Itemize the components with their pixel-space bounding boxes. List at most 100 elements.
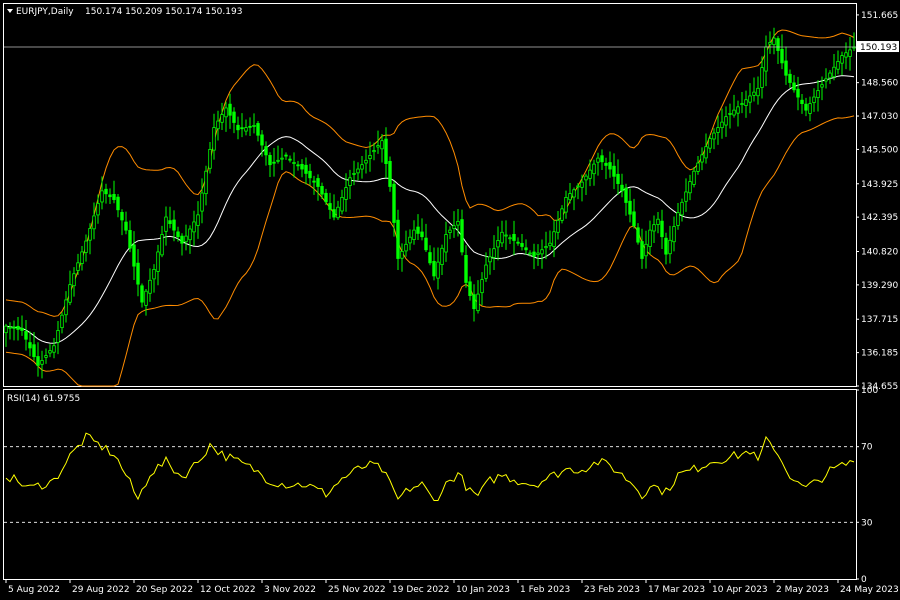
candle-body [288, 158, 292, 161]
candle-body [496, 240, 500, 248]
candle-body [596, 157, 600, 163]
candle-body [96, 202, 100, 216]
price-tick-label: 137.715 [861, 315, 898, 325]
price-tick-label: 143.925 [861, 180, 898, 190]
candle-body [220, 114, 224, 123]
candle-body [412, 229, 416, 241]
candle-body [124, 221, 128, 231]
time-tick-label: 24 May 2023 [840, 585, 899, 595]
candle-body [456, 220, 460, 226]
candle-body [64, 299, 68, 316]
candle-body [592, 163, 596, 175]
time-tick-label: 5 Aug 2022 [8, 585, 60, 595]
candle-body [80, 251, 84, 264]
candle-body [92, 215, 96, 230]
candle-body [340, 196, 344, 212]
candle-body [800, 99, 804, 104]
candle-body [660, 220, 664, 238]
candle-body [328, 203, 332, 210]
candle-body [88, 228, 92, 241]
candle-body [76, 262, 80, 271]
rsi-label: RSI(14) 61.9755 [7, 394, 80, 404]
candle-body [468, 281, 472, 296]
candle-body [476, 293, 480, 312]
candle-body [604, 162, 608, 166]
candle-body [516, 241, 520, 244]
rsi-tick-label: 100 [861, 386, 878, 396]
candle-body [628, 200, 632, 215]
candle-body [816, 90, 820, 98]
candle-body [248, 125, 252, 128]
candle-body [324, 192, 328, 203]
candle-body [572, 189, 576, 198]
candle-body [644, 243, 648, 257]
candle-body [348, 177, 352, 186]
candle[interactable] [388, 156, 392, 192]
candle-body [372, 150, 376, 153]
time-tick-label: 19 Dec 2022 [392, 585, 450, 595]
candle-body [416, 226, 420, 234]
candle-body [204, 170, 208, 195]
candle-body [312, 180, 316, 183]
candle-body [728, 113, 732, 115]
candle-body [552, 231, 556, 247]
candle-body [612, 165, 616, 177]
candle-body [528, 252, 532, 255]
candle-body [16, 325, 20, 330]
candle-body [472, 294, 476, 310]
price-tick-label: 148.560 [861, 79, 898, 89]
candle-body [700, 154, 704, 163]
candle-body [448, 229, 452, 233]
candle-body [148, 279, 152, 294]
candle-body [48, 350, 52, 354]
rsi-tick-label: 30 [861, 518, 873, 528]
candle-body [140, 285, 144, 303]
candle-body [260, 134, 264, 146]
candle-body [56, 330, 60, 343]
candle-body [796, 88, 800, 98]
candle-body [384, 138, 388, 164]
price-tick-label: 136.185 [861, 349, 898, 359]
candle-body [404, 243, 408, 252]
candle-body [844, 52, 848, 58]
candle-body [736, 106, 740, 114]
candle-body [264, 146, 268, 156]
candle-body [620, 184, 624, 192]
ohlc-values: 150.174 150.209 150.174 150.193 [85, 7, 242, 17]
candle-body [780, 48, 784, 64]
candle-body [136, 262, 140, 285]
candle-body [568, 193, 572, 201]
candle-body [480, 279, 484, 294]
candle-body [144, 290, 148, 306]
candle-body [788, 73, 792, 83]
candle-body [776, 38, 780, 51]
time-tick-label: 10 Apr 2023 [712, 585, 768, 595]
candle-body [832, 66, 836, 78]
chart-canvas[interactable]: EURJPY,Daily 150.174 150.209 150.174 150… [0, 0, 900, 600]
candle-body [492, 248, 496, 258]
candle-body [752, 91, 756, 96]
candle-body [24, 331, 28, 340]
candle-body [432, 260, 436, 277]
candle-body [440, 247, 444, 266]
candle-body [664, 237, 668, 255]
time-tick-label: 12 Oct 2022 [200, 585, 256, 595]
candle-body [436, 261, 440, 279]
candle-body [376, 145, 380, 148]
candle-body [588, 169, 592, 179]
candle-body [28, 342, 32, 349]
candle-body [564, 196, 568, 213]
candle-body [828, 72, 832, 79]
candle-body [308, 170, 312, 179]
candle-body [156, 251, 160, 272]
candle-body [12, 326, 16, 329]
price-tick-label: 147.030 [861, 112, 898, 122]
symbol-label: EURJPY,Daily [16, 7, 74, 17]
candle-body [128, 230, 132, 249]
candle-body [716, 127, 720, 133]
candle-body [408, 236, 412, 244]
candle-body [824, 78, 828, 82]
time-tick-label: 10 Jan 2023 [456, 585, 510, 595]
candle-body [696, 162, 700, 172]
candle-body [504, 234, 508, 237]
